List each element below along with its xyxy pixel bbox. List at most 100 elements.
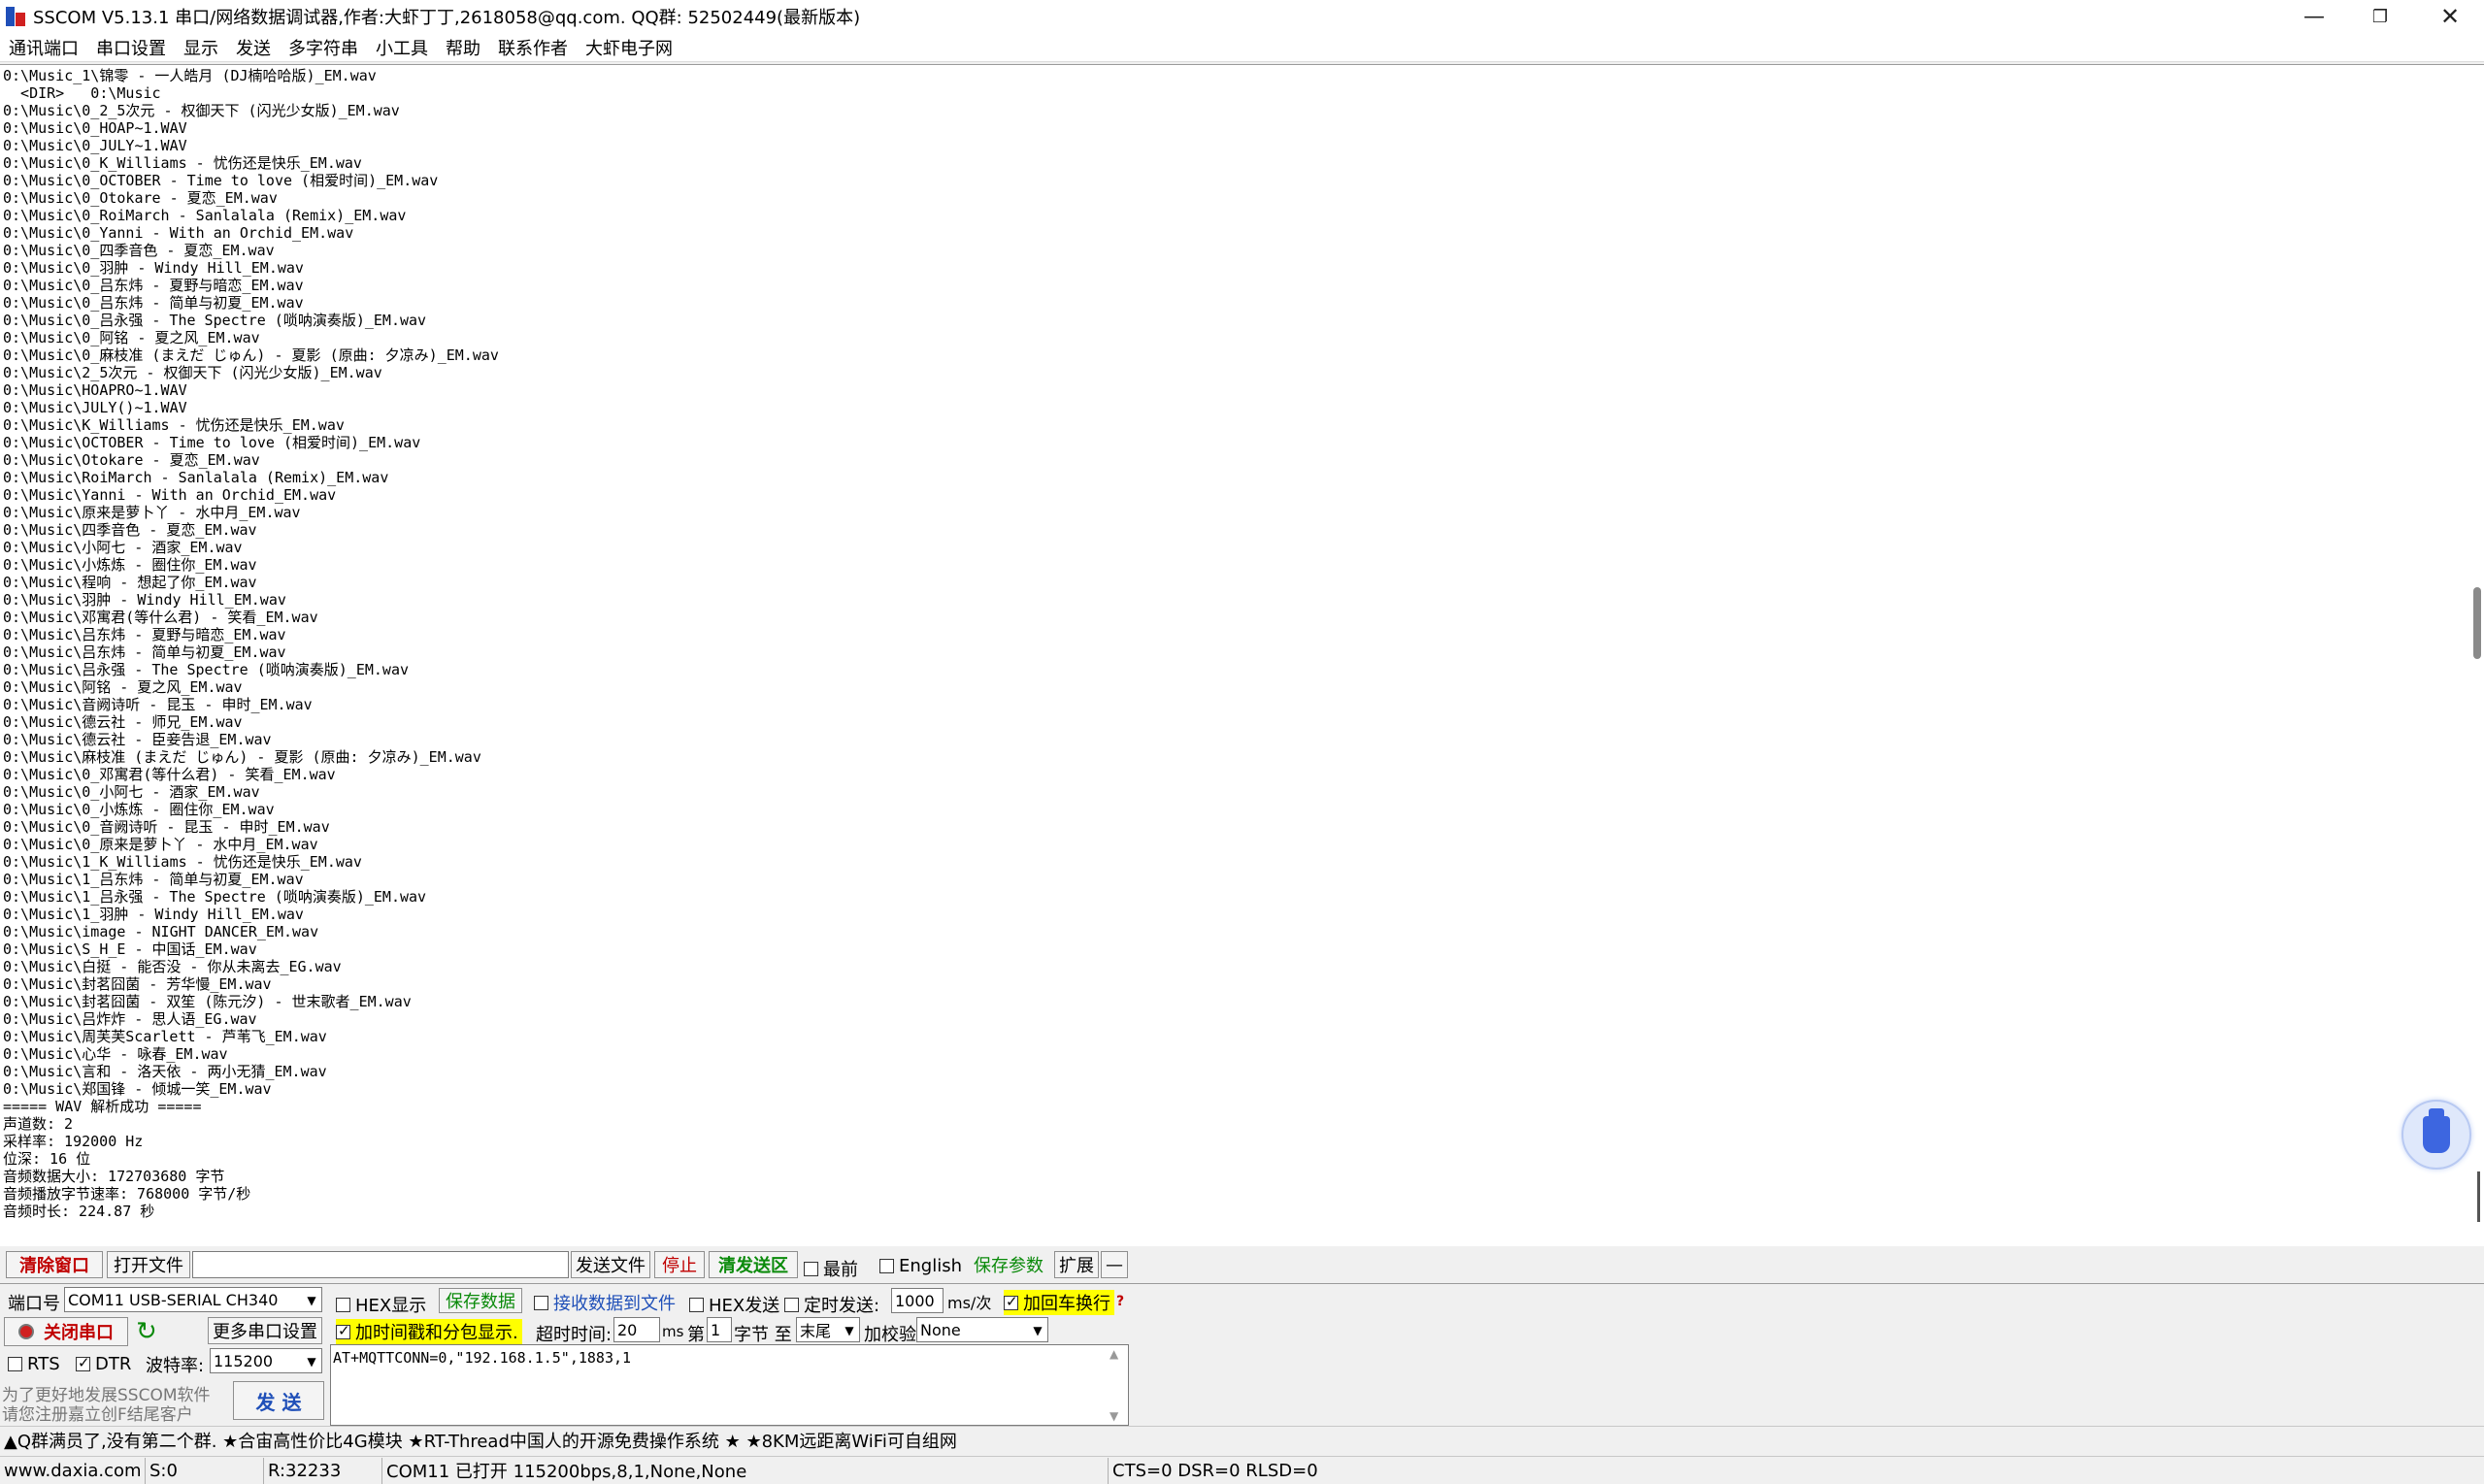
menu-serial-settings[interactable]: 串口设置 — [87, 35, 175, 60]
close-icon[interactable]: ✕ — [2417, 0, 2483, 33]
hex-send-checkbox[interactable]: HEX发送 — [689, 1292, 779, 1317]
baud-rate-select[interactable]: 115200 ▼ — [210, 1348, 322, 1373]
save-data-button[interactable]: 保存数据 — [439, 1288, 522, 1313]
refresh-icon[interactable]: ↻ — [136, 1317, 157, 1346]
port-select-value: COM11 USB-SERIAL CH340 — [68, 1290, 279, 1309]
maximize-icon[interactable]: ❐ — [2347, 0, 2413, 33]
byte-to-label: 字节 至 — [734, 1325, 792, 1345]
menu-help[interactable]: 帮助 — [437, 35, 489, 60]
interval-input[interactable]: 1000 — [891, 1288, 944, 1313]
close-port-button[interactable]: 关闭串口 — [4, 1317, 128, 1346]
timestamp-checkbox[interactable]: 加时间戳和分包显示. — [336, 1319, 522, 1344]
end-byte-value: 末尾 — [800, 1322, 832, 1340]
receive-line: 0:\Music\0_2_5次元 - 权御天下 (闪光少女版)_EM.wav — [3, 102, 400, 119]
receive-line: 0:\Music\OCTOBER - Time to love (相爱时间)_E… — [3, 434, 421, 451]
receive-line: 0:\Music\image - NIGHT DANCER_EM.wav — [3, 923, 319, 940]
receive-line: 采样率: 192000 Hz — [3, 1133, 144, 1150]
menu-multi-string[interactable]: 多字符串 — [280, 35, 367, 60]
checksum-value: None — [920, 1320, 961, 1339]
collapse-button[interactable]: — — [1101, 1251, 1128, 1278]
minimize-icon[interactable]: — — [2281, 0, 2347, 33]
control-panel: 端口号 COM11 USB-SERIAL CH340 ▼ 关闭串口 ↻ 更多串口… — [0, 1283, 2484, 1426]
receive-line: 0:\Music\封茗囧菌 - 双笙 (陈元汐) - 世末歌者_EM.wav — [3, 993, 412, 1010]
menu-comm-port[interactable]: 通讯端口 — [0, 35, 87, 60]
receive-line: 0:\Music\吕炸炸 - 思人语_EG.wav — [3, 1010, 257, 1028]
receive-line: <DIR> 0:\Music — [3, 84, 161, 102]
start-byte-input[interactable]: 1 — [707, 1317, 732, 1342]
ad-bar[interactable]: ▲Q群满员了,没有第二个群. ★合宙高性价比4G模块 ★RT-Thread中国人… — [0, 1426, 2484, 1453]
send-scrollbar[interactable]: ▲ ▼ — [1106, 1345, 1127, 1425]
receive-line: 音频播放字节速率: 768000 字节/秒 — [3, 1185, 251, 1203]
receive-line: 0:\Music\吕东炜 - 简单与初夏_EM.wav — [3, 643, 286, 661]
hex-display-label: HEX显示 — [355, 1296, 427, 1316]
receive-line: 0:\Music\程响 - 想起了你_EM.wav — [3, 574, 257, 591]
receive-area[interactable]: 0:\Music_1\锦零 - 一人皓月 (DJ楠哈哈版)_EM.wav <DI… — [0, 64, 2484, 1246]
window-title: SSCOM V5.13.1 串口/网络数据调试器,作者:大虾丁丁,2618058… — [33, 8, 861, 28]
scrollbar-thumb[interactable] — [2473, 587, 2481, 659]
add-crlf-checkbox[interactable]: 加回车换行 — [1004, 1290, 1114, 1315]
receive-line: 0:\Music\0_小阿七 - 酒家_EM.wav — [3, 783, 260, 801]
receive-line: 0:\Music\0_音阙诗听 - 昆玉 - 申时_EM.wav — [3, 818, 330, 836]
send-file-button[interactable]: 发送文件 — [571, 1251, 650, 1278]
timed-send-checkbox[interactable]: 定时发送: — [784, 1292, 879, 1317]
baud-rate-value: 115200 — [214, 1351, 274, 1370]
menu-display[interactable]: 显示 — [175, 35, 227, 60]
receive-line: 0:\Music\周芙芙Scarlett - 芦苇飞_EM.wav — [3, 1028, 327, 1045]
status-website[interactable]: www.daxia.com — [0, 1457, 146, 1484]
more-serial-settings-button[interactable]: 更多串口设置 — [208, 1317, 322, 1344]
port-select[interactable]: COM11 USB-SERIAL CH340 ▼ — [64, 1287, 322, 1312]
menu-send[interactable]: 发送 — [227, 35, 280, 60]
receive-line: 0:\Music\0_邓寓君(等什么君) - 笑看_EM.wav — [3, 766, 336, 783]
receive-line: 音频数据大小: 172703680 字节 — [3, 1168, 225, 1185]
checksum-label: 加校验 — [864, 1325, 916, 1345]
status-sent-count: S:0 — [146, 1457, 264, 1484]
menu-daxia-website[interactable]: 大虾电子网 — [577, 35, 681, 60]
app-icon — [4, 5, 27, 28]
clear-window-button[interactable]: 清除窗口 — [6, 1251, 103, 1278]
stop-button[interactable]: 停止 — [654, 1251, 705, 1278]
english-checkbox[interactable]: English — [879, 1256, 962, 1276]
english-label: English — [899, 1256, 962, 1276]
floating-assistant-icon[interactable] — [2401, 1100, 2471, 1170]
checksum-select[interactable]: None ▼ — [916, 1317, 1048, 1342]
receive-to-file-checkbox[interactable]: 接收数据到文件 — [534, 1290, 676, 1315]
end-byte-select[interactable]: 末尾 ▼ — [796, 1317, 860, 1342]
help-icon[interactable]: ? — [1116, 1294, 1124, 1309]
menu-tools[interactable]: 小工具 — [367, 35, 437, 60]
dtr-checkbox[interactable]: DTR — [76, 1354, 131, 1374]
rts-label: RTS — [27, 1354, 60, 1374]
open-file-button[interactable]: 打开文件 — [107, 1251, 190, 1278]
receive-line: 0:\Music\0_吕永强 - The Spectre (唢呐演奏版)_EM.… — [3, 312, 427, 329]
receive-line: 0:\Music\言和 - 洛天依 - 两小无猜_EM.wav — [3, 1063, 327, 1080]
send-text-input[interactable]: AT+MQTTCONN=0,"192.168.1.5",1883,1 — [330, 1344, 1129, 1426]
receive-line: 0:\Music\四季音色 - 夏恋_EM.wav — [3, 521, 257, 539]
rts-checkbox[interactable]: RTS — [8, 1354, 60, 1374]
timeout-input[interactable]: 20 — [613, 1317, 660, 1342]
receive-line: 0:\Music\1_K_Williams - 忧伤还是快乐_EM.wav — [3, 853, 362, 871]
status-port-state: COM11 已打开 115200bps,8,1,None,None — [382, 1457, 1109, 1484]
send-button[interactable]: 发 送 — [233, 1381, 324, 1420]
receive-line: 0:\Music\0_麻枝准 (まえだ じゅん) - 夏影 (原曲: 夕凉み)_… — [3, 346, 499, 364]
topmost-checkbox[interactable]: 最前 — [804, 1256, 858, 1281]
toolbar: 清除窗口 打开文件 发送文件 停止 清发送区 最前 English 保存参数 扩… — [0, 1250, 2484, 1281]
hex-display-checkbox[interactable]: HEX显示 — [336, 1292, 426, 1317]
chevron-down-icon: ▼ — [845, 1324, 854, 1337]
file-path-input[interactable] — [192, 1251, 569, 1278]
receive-line: 0:\Music\Yanni - With an Orchid_EM.wav — [3, 486, 337, 504]
receive-line: 0:\Music\2_5次元 - 权御天下 (闪光少女版)_EM.wav — [3, 364, 382, 381]
receive-line: 0:\Music\小炼炼 - 圈住你_EM.wav — [3, 556, 257, 574]
receive-line: 0:\Music\0_阿铭 - 夏之风_EM.wav — [3, 329, 260, 346]
receive-line: 声道数: 2 — [3, 1115, 74, 1133]
clear-send-area-button[interactable]: 清发送区 — [709, 1251, 798, 1278]
menu-contact-author[interactable]: 联系作者 — [489, 35, 577, 60]
receive-scrollbar[interactable] — [2470, 65, 2484, 1246]
promo-text-2[interactable]: 请您注册嘉立创F结尾客户 — [2, 1401, 193, 1425]
receive-line: 0:\Music\Otokare - 夏恋_EM.wav — [3, 451, 260, 469]
timeout-label: 超时时间: — [536, 1325, 613, 1345]
save-params-button[interactable]: 保存参数 — [967, 1251, 1050, 1278]
interval-unit: ms/次 — [947, 1294, 992, 1312]
receive-line: 0:\Music\0_小炼炼 - 圈住你_EM.wav — [3, 801, 275, 818]
expand-button[interactable]: 扩展 — [1054, 1251, 1099, 1278]
receive-line: 0:\Music\吕永强 - The Spectre (唢呐演奏版)_EM.wa… — [3, 661, 410, 678]
receive-line: 0:\Music\德云社 - 师兄_EM.wav — [3, 713, 243, 731]
